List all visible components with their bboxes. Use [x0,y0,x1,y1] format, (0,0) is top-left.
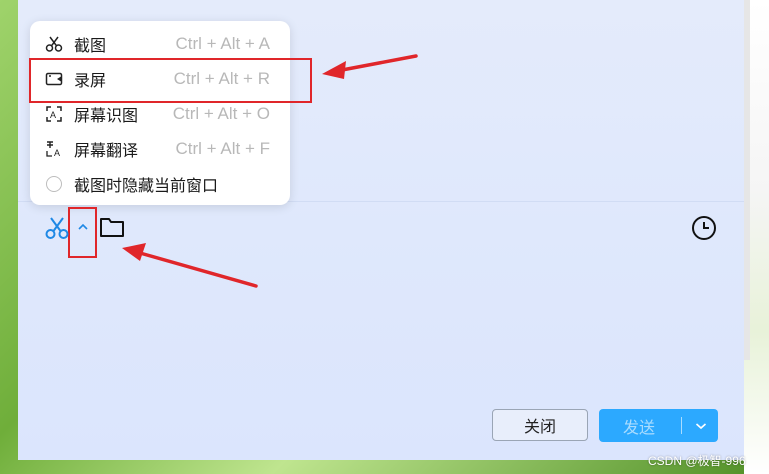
annotation-arrow [122,243,258,288]
close-button[interactable]: 关闭 [492,409,588,441]
scissors-icon [44,215,70,241]
send-divider [681,417,682,434]
history-button[interactable] [690,214,718,242]
send-button[interactable]: 发送 [599,409,679,442]
close-button-label: 关闭 [523,417,556,436]
watermark-text: CSDN @极智-996 [648,454,746,468]
expand-button[interactable] [74,218,92,236]
chevron-down-icon [695,422,707,430]
folder-button[interactable] [98,214,126,240]
send-button-group: 发送 [599,409,718,442]
annotation-arrow [322,54,418,79]
screenshot-button[interactable] [43,214,71,242]
send-button-label: 发送 [622,417,655,437]
send-options-button[interactable] [683,409,718,442]
chevron-up-icon [77,222,89,232]
clock-icon [691,215,717,241]
folder-icon [99,216,125,238]
